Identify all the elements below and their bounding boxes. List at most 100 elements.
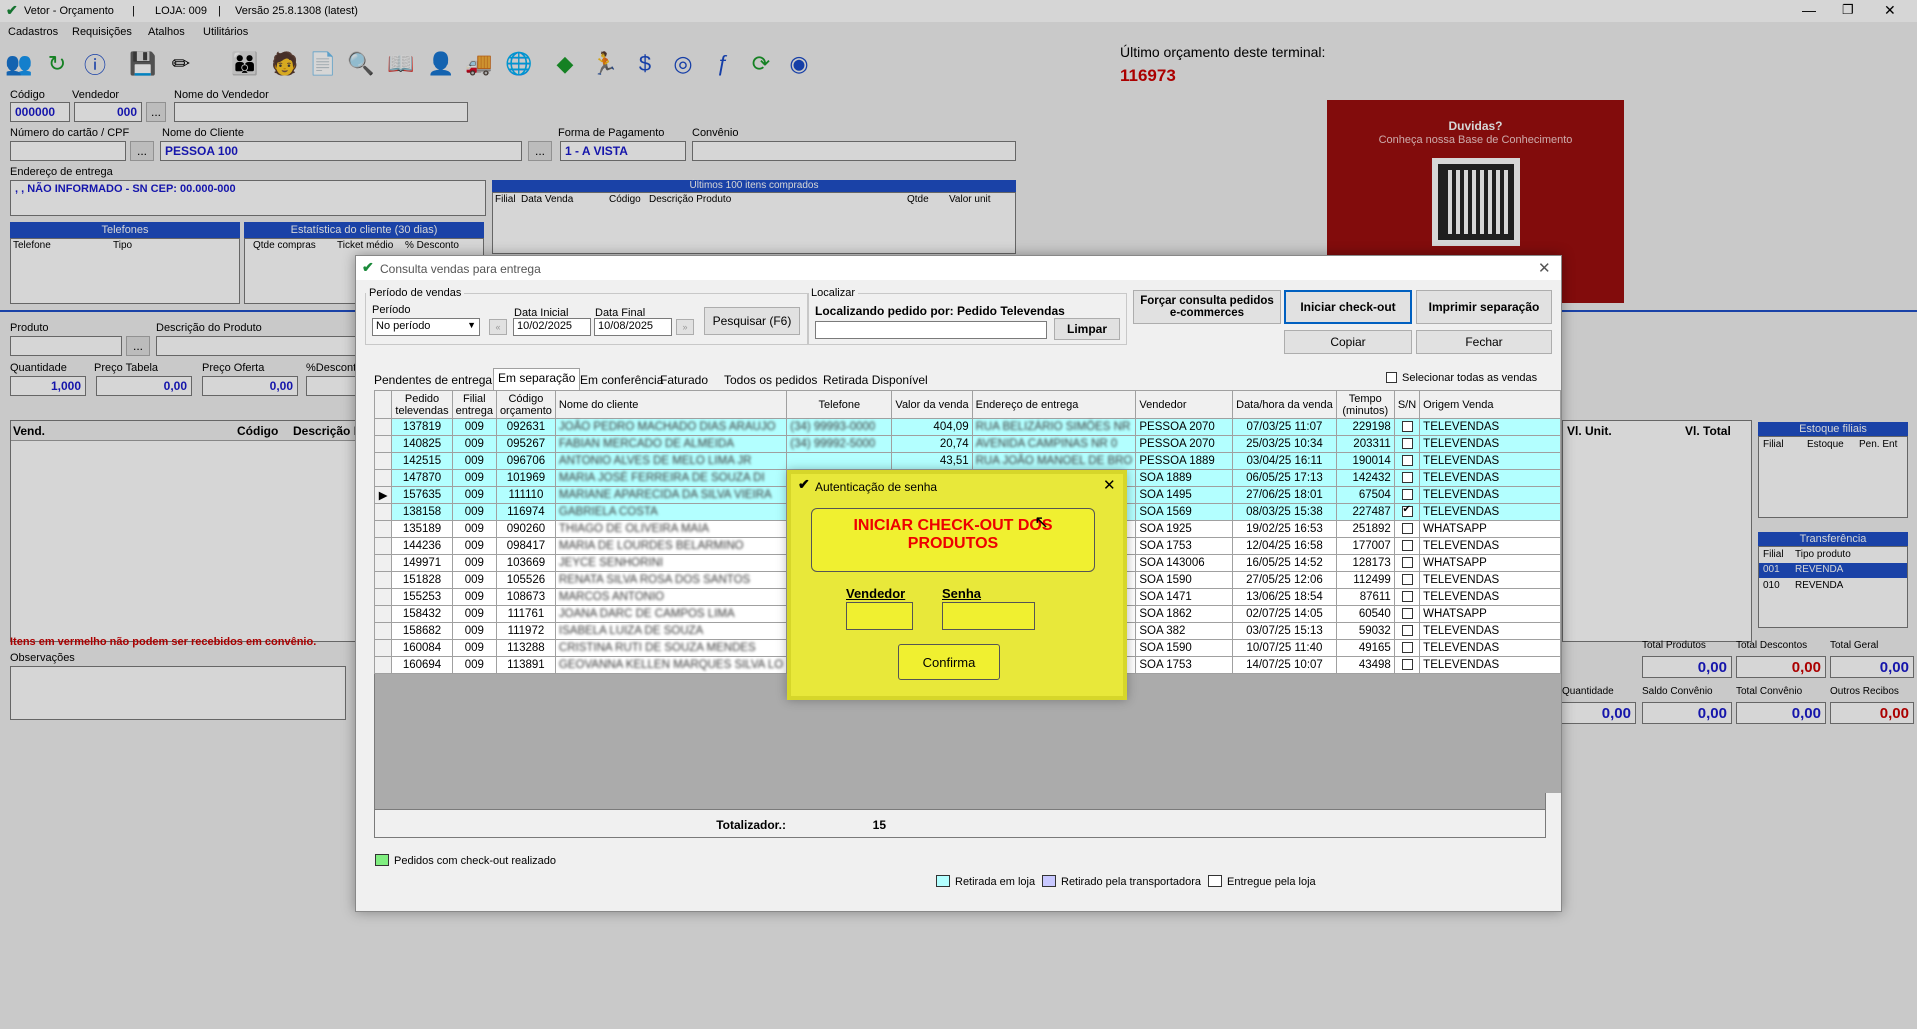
cell-tempo: 190014 [1335, 452, 1395, 470]
cell-endereco: AVENIDA CAMPINAS NR 0 [971, 435, 1137, 453]
col-sn[interactable]: S/N [1393, 390, 1421, 419]
empty-row [374, 775, 1561, 793]
data-inicial-field[interactable]: 10/02/2025 [513, 318, 591, 336]
auth-vendedor-field[interactable] [846, 602, 913, 630]
auth-vendedor-label: Vendedor [846, 586, 906, 601]
row-indicator [373, 418, 393, 436]
totalizador-row [374, 809, 1546, 838]
cell-origem: WHATSAPP [1419, 605, 1561, 623]
cell-pedido: 160084 [391, 639, 453, 657]
copiar-button[interactable]: Copiar [1284, 330, 1412, 354]
cell-origem: TELEVENDAS [1419, 486, 1561, 504]
col-codigo[interactable]: Código orçamento [495, 390, 556, 419]
cell-filial: 009 [451, 605, 497, 623]
cell-cliente: JEYCE SENHORINI [554, 554, 788, 572]
cell-pedido: 144236 [391, 537, 453, 555]
cell-pedido: 147870 [391, 469, 453, 487]
auth-senha-field[interactable] [942, 602, 1035, 630]
col-filial[interactable]: Filial entrega [451, 390, 497, 419]
cell-data: 19/02/25 16:53 [1232, 520, 1337, 538]
table-row[interactable]: 137819 009 092631 JOÃO PEDRO MACHADO DIAS A… [373, 418, 1561, 436]
dialog-titlebar: ✔ Consulta vendas para entrega ✕ [356, 256, 1561, 280]
col-vendedor[interactable]: Vendedor [1135, 390, 1234, 419]
cell-tempo: 229198 [1335, 418, 1395, 436]
cell-tempo: 67504 [1335, 486, 1395, 504]
row-select-checkbox[interactable] [1401, 421, 1413, 433]
confirma-button[interactable]: Confirma [898, 644, 1000, 680]
tab-faturado[interactable]: Faturado [656, 371, 712, 389]
cell-codigo: 116974 [495, 503, 556, 521]
cell-sn [1393, 588, 1421, 606]
col-data[interactable]: Data/hora da venda [1232, 390, 1337, 419]
col-telefone[interactable]: Telefone [786, 390, 893, 419]
auth-close-icon[interactable]: ✕ [1103, 476, 1116, 494]
cell-cliente: ANTONIO ALVES DE MELO LIMA JR [554, 452, 788, 470]
localizar-field[interactable] [815, 321, 1047, 339]
row-select-checkbox[interactable] [1401, 659, 1413, 671]
data-final-field[interactable]: 10/08/2025 [594, 318, 672, 336]
row-select-checkbox[interactable] [1401, 540, 1413, 552]
prev-period-button[interactable]: « [489, 319, 507, 335]
row-select-checkbox[interactable] [1401, 472, 1413, 484]
cell-filial: 009 [451, 622, 497, 640]
col-pedido[interactable]: Pedido televendas [391, 390, 453, 419]
col-cliente[interactable]: Nome do cliente [554, 390, 788, 419]
cell-codigo: 095267 [495, 435, 556, 453]
cell-valor: 404,09 [891, 418, 973, 436]
selecionar-todas-label: Selecionar todas as vendas [1402, 372, 1538, 384]
row-select-checkbox[interactable] [1401, 505, 1413, 518]
cell-tempo: 87611 [1335, 588, 1395, 606]
iniciar-checkout-button[interactable]: Iniciar check-out [1284, 290, 1412, 324]
row-select-checkbox[interactable] [1401, 591, 1413, 603]
tab-todos-pedidos[interactable]: Todos os pedidos [720, 371, 821, 389]
cell-pedido: 158682 [391, 622, 453, 640]
fechar-button[interactable]: Fechar [1416, 330, 1552, 354]
row-select-checkbox[interactable] [1401, 557, 1413, 569]
table-row[interactable]: 142515 009 096706 ANTONIO ALVES DE MELO LIM… [373, 452, 1561, 470]
totalizador-label: Totalizador.: [716, 818, 786, 832]
pesquisar-button[interactable]: Pesquisar (F6) [704, 307, 800, 335]
col-origem[interactable]: Origem Venda [1419, 390, 1561, 419]
selecionar-todas-checkbox[interactable] [1386, 372, 1397, 383]
next-period-button[interactable]: » [676, 319, 694, 335]
imprimir-separacao-button[interactable]: Imprimir separação [1416, 290, 1552, 324]
row-select-checkbox[interactable] [1401, 574, 1413, 586]
row-select-checkbox[interactable] [1401, 489, 1413, 501]
cell-codigo: 090260 [495, 520, 556, 538]
cell-origem: WHATSAPP [1419, 554, 1561, 572]
col-endereco[interactable]: Endereço de entrega [971, 390, 1137, 419]
cell-endereco: RUA BELIZÁRIO SIMÕES NR [971, 418, 1137, 436]
cell-pedido: 149971 [391, 554, 453, 572]
cell-sn [1393, 554, 1421, 572]
legend-entregue-swatch [1208, 875, 1222, 887]
cell-tempo: 59032 [1335, 622, 1395, 640]
col-valor[interactable]: Valor da venda [891, 390, 973, 419]
cell-filial: 009 [451, 418, 497, 436]
tab-pendentes[interactable]: Pendentes de entrega [370, 371, 496, 389]
cell-data: 16/05/25 14:52 [1232, 554, 1337, 572]
cell-cliente: GEOVANNA KELLEN MARQUES SILVA LO [554, 656, 788, 674]
cell-tempo: 49165 [1335, 639, 1395, 657]
row-select-checkbox[interactable] [1401, 625, 1413, 637]
dialog-close-icon[interactable]: ✕ [1538, 259, 1551, 277]
row-select-checkbox[interactable] [1401, 523, 1413, 535]
row-select-checkbox[interactable] [1401, 455, 1413, 467]
limpar-button[interactable]: Limpar [1054, 318, 1120, 340]
cell-sn [1393, 469, 1421, 487]
cell-origem: WHATSAPP [1419, 520, 1561, 538]
table-row[interactable]: 140825 009 095267 FABIAN MERCADO DE ALMEIDA… [373, 435, 1561, 453]
row-select-checkbox[interactable] [1401, 642, 1413, 654]
col-tempo[interactable]: Tempo (minutos) [1335, 390, 1395, 419]
cell-pedido: 158432 [391, 605, 453, 623]
forcar-consulta-button[interactable]: Forçar consulta pedidos e-commerces [1133, 290, 1281, 324]
periodo-select[interactable]: No período ▼ [372, 318, 480, 336]
cell-vendedor: PESSOA 2070 [1135, 435, 1234, 453]
tab-em-separacao[interactable]: Em separação [493, 368, 581, 390]
tab-retirada-disponivel[interactable]: Retirada Disponível [819, 371, 932, 389]
cell-endereco: RUA JOÃO MANOEL DE BRO [971, 452, 1137, 470]
cell-origem: TELEVENDAS [1419, 656, 1561, 674]
row-select-checkbox[interactable] [1401, 608, 1413, 620]
tab-em-conferencia[interactable]: Em conferência [576, 371, 667, 389]
cell-tempo: 43498 [1335, 656, 1395, 674]
row-select-checkbox[interactable] [1401, 438, 1413, 450]
